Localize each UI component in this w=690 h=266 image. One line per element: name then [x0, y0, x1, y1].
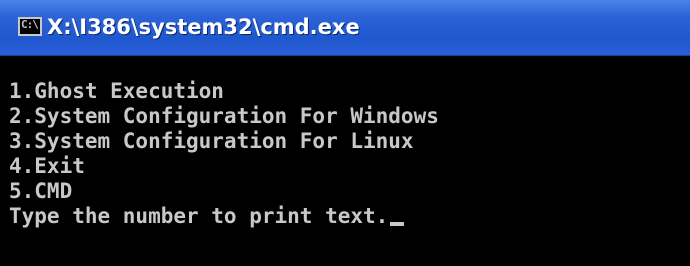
cmd-window-icon[interactable]: C:\: [18, 17, 42, 36]
cmd-icon-glyph: C:\: [21, 18, 39, 31]
prompt-text: Type the number to print text.: [9, 204, 389, 228]
menu-item-cmd: 5.CMD: [9, 179, 73, 203]
menu-item-system-config-linux: 3.System Configuration For Linux: [9, 129, 414, 153]
window-title: X:\I386\system32\cmd.exe: [47, 15, 360, 39]
menu-item-system-config-windows: 2.System Configuration For Windows: [9, 104, 439, 128]
text-cursor: [390, 222, 405, 226]
menu-item-exit: 4.Exit: [9, 154, 85, 178]
menu-item-ghost-execution: 1.Ghost Execution: [9, 79, 224, 103]
console-output[interactable]: 1.Ghost Execution 2.System Configuration…: [0, 56, 690, 266]
prompt-line[interactable]: Type the number to print text.: [9, 204, 690, 229]
title-bar[interactable]: C:\ X:\I386\system32\cmd.exe: [0, 0, 690, 56]
cmd-window: C:\ X:\I386\system32\cmd.exe 1.Ghost Exe…: [0, 0, 690, 266]
